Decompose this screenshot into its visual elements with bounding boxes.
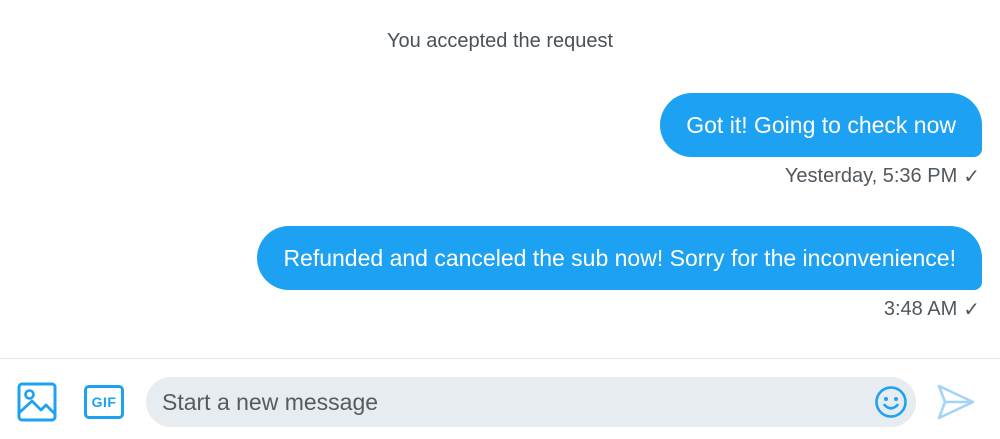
read-check-icon: ✓ [963, 166, 980, 188]
send-icon [937, 384, 975, 420]
image-icon [17, 382, 57, 422]
read-check-icon: ✓ [963, 299, 980, 321]
message-timestamp: Yesterday, 5:36 PM [784, 165, 958, 187]
message-timestamp: 3:48 AM [883, 298, 958, 320]
add-media-button[interactable] [16, 381, 58, 423]
message-input-container [146, 377, 916, 427]
emoji-button[interactable] [874, 385, 908, 419]
message-composer: GIF [0, 359, 1000, 439]
emoji-icon [875, 386, 907, 418]
message-bubble[interactable]: Refunded and canceled the sub now! Sorry… [257, 226, 982, 290]
message-meta: Yesterday, 5:36 PM ✓ [785, 164, 980, 189]
gif-icon: GIF [84, 385, 124, 419]
message-meta: 3:48 AM ✓ [884, 297, 980, 322]
add-gif-button[interactable]: GIF [82, 381, 126, 423]
send-button[interactable] [934, 381, 978, 423]
system-note: You accepted the request [386, 30, 614, 52]
message-bubble[interactable]: Got it! Going to check now [660, 93, 982, 157]
message-input[interactable] [162, 377, 852, 427]
